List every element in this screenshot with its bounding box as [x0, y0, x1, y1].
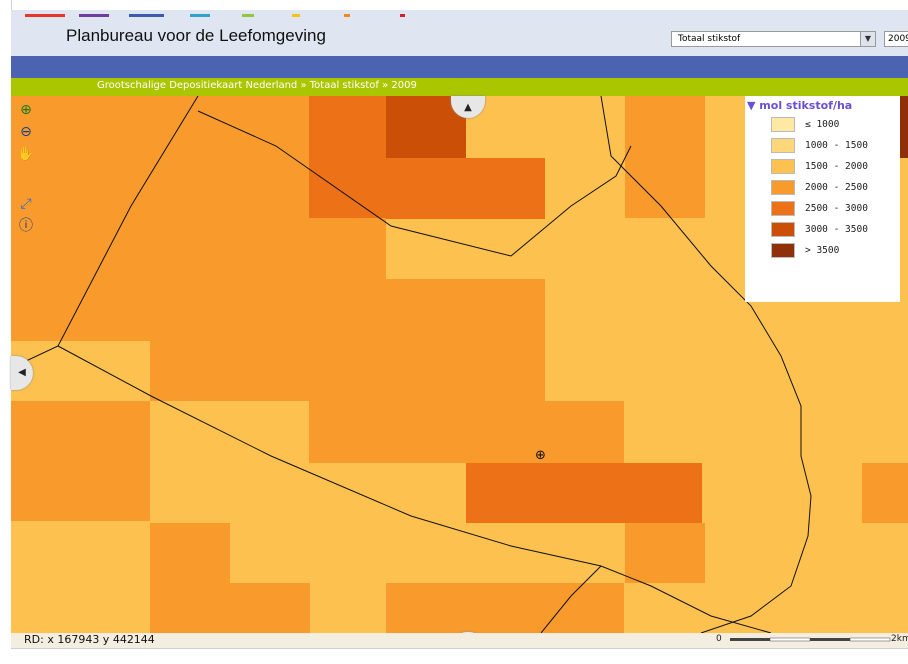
scale-bar-graphic	[730, 637, 891, 642]
brand-stripe	[292, 14, 300, 17]
theme-select[interactable]: Totaal stikstof ▼	[671, 31, 876, 47]
brand-stripes	[25, 14, 405, 20]
zoom-in-icon: ⊕	[20, 102, 32, 118]
hand-icon: ✋	[17, 146, 35, 162]
app-window: Planbureau voor de Leefomgeving Totaal s…	[0, 0, 908, 664]
brand-stripe	[25, 14, 65, 17]
brand-stripe	[242, 14, 254, 17]
page-title: Planbureau voor de Leefomgeving	[66, 26, 326, 45]
zoom-in-tool[interactable]: ⊕	[15, 100, 37, 120]
zoom-cursor-icon: ⊕	[535, 448, 546, 463]
legend-swatch	[771, 117, 795, 132]
brand-stripe	[400, 14, 405, 17]
legend-title-text: mol stikstof/ha	[759, 99, 853, 112]
info-icon: ⓘ	[19, 218, 33, 234]
scale-end-label: 2km	[891, 634, 908, 644]
legend-swatch	[771, 243, 795, 258]
legend-swatch	[771, 201, 795, 216]
arrow-up-icon: ▲	[464, 102, 472, 113]
legend-swatch	[771, 138, 795, 153]
brand-stripe	[79, 14, 109, 17]
legend-swatch	[771, 222, 795, 237]
legend-label: ≤ 1000	[805, 119, 840, 130]
full-extent-tool[interactable]: ⤢	[15, 194, 37, 214]
zoom-out-icon: ⊖	[20, 124, 32, 140]
legend-label: 2500 - 3000	[805, 203, 868, 214]
brand-stripe	[190, 14, 210, 17]
year-select-value: 2009	[888, 34, 908, 44]
zoom-out-tool[interactable]: ⊖	[15, 122, 37, 142]
legend-label: 1500 - 2000	[805, 161, 868, 172]
coordinate-readout: RD: x 167943 y 442144	[24, 633, 155, 646]
legend-label: 3000 - 3500	[805, 224, 868, 235]
legend-swatch	[771, 180, 795, 195]
theme-select-value: Totaal stikstof	[678, 34, 741, 44]
pan-hand-tool[interactable]: ✋	[15, 144, 37, 164]
map-legend: ▼ mol stikstof/ha ≤ 1000 1000 - 1500 150…	[745, 96, 900, 302]
legend-label: > 3500	[805, 245, 840, 256]
info-tool[interactable]: ⓘ	[15, 216, 37, 236]
legend-label: 2000 - 2500	[805, 182, 868, 193]
scale-start-label: 0	[716, 634, 722, 644]
breadcrumb[interactable]: Grootschalige Depositiekaart Nederland »…	[97, 80, 417, 91]
brand-stripe	[129, 14, 164, 17]
legend-swatch	[771, 159, 795, 174]
nav-bar	[11, 56, 908, 78]
legend-title[interactable]: ▼ mol stikstof/ha	[747, 99, 852, 112]
legend-label: 1000 - 1500	[805, 140, 868, 151]
bottom-strip	[11, 648, 908, 664]
year-select[interactable]: 2009	[884, 31, 908, 47]
chevron-down-icon[interactable]: ▼	[860, 32, 875, 46]
full-extent-icon: ⤢	[20, 196, 32, 212]
brand-stripe	[344, 14, 350, 17]
arrow-left-icon: ◀	[18, 367, 26, 378]
